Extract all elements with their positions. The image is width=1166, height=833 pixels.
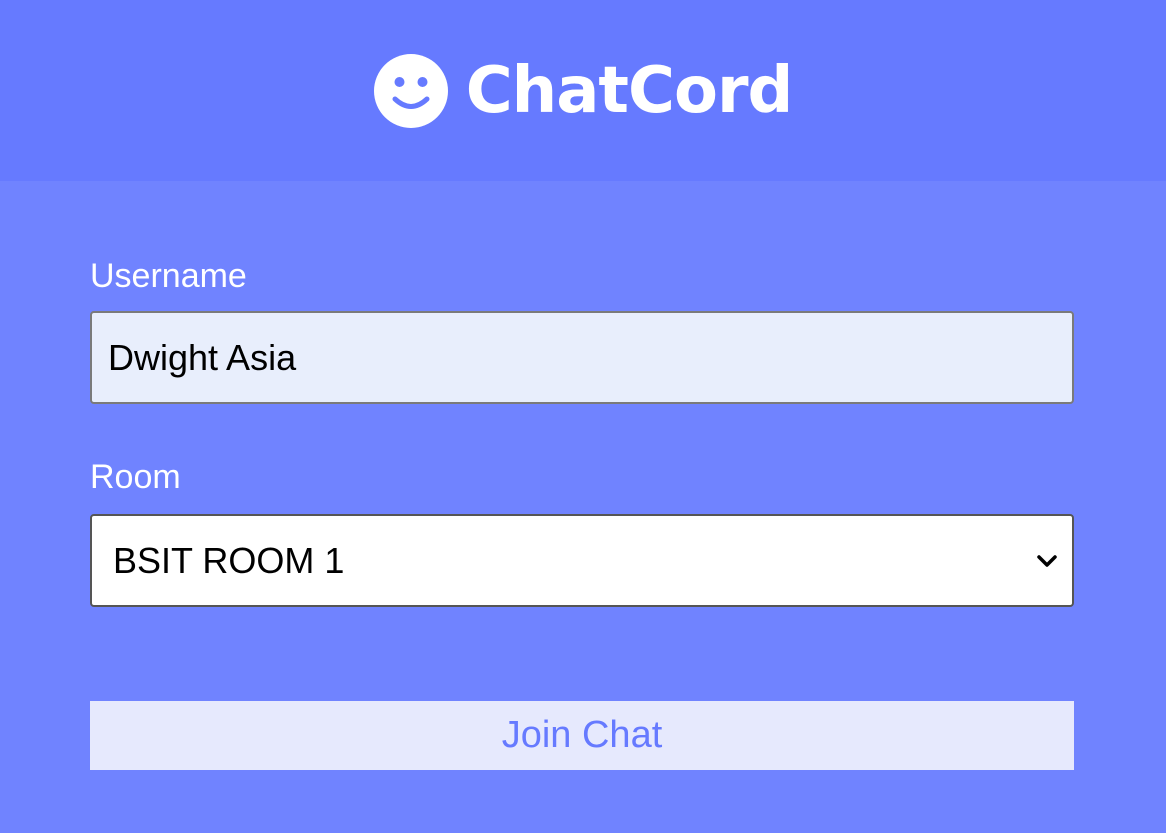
join-page: ChatCord Username Dwight Asia Room BSIT … (0, 0, 1166, 833)
room-label: Room (90, 458, 181, 496)
logo: ChatCord (373, 53, 794, 128)
room-selected-value: BSIT ROOM 1 (113, 539, 345, 581)
username-input[interactable]: Dwight Asia (90, 311, 1074, 404)
room-select[interactable]: BSIT ROOM 1 (90, 514, 1074, 607)
join-chat-button[interactable]: Join Chat (90, 701, 1074, 770)
chevron-down-icon (1036, 554, 1058, 568)
header: ChatCord (0, 0, 1166, 181)
username-value: Dwight Asia (108, 336, 297, 378)
app-name: ChatCord (465, 53, 794, 128)
smile-icon (373, 53, 448, 128)
join-form: Username Dwight Asia Room BSIT ROOM 1 Jo… (0, 181, 1166, 770)
username-label: Username (90, 257, 247, 295)
